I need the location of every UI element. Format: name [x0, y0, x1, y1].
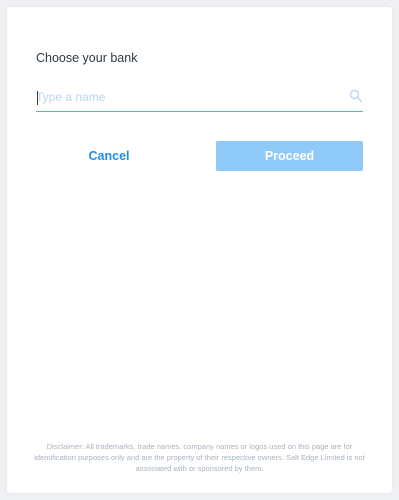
cancel-button[interactable]: Cancel — [36, 141, 182, 171]
dialog-title: Choose your bank — [36, 51, 138, 65]
bank-selection-dialog: Choose your bank Cancel Proceed Disclaim… — [7, 7, 392, 493]
search-field — [36, 87, 363, 112]
search-icon[interactable] — [349, 89, 363, 103]
disclaimer-text: Disclaimer: All trademarks, trade names,… — [34, 442, 365, 473]
text-cursor — [37, 91, 38, 105]
proceed-button[interactable]: Proceed — [216, 141, 363, 171]
bank-search-input[interactable] — [36, 87, 336, 107]
